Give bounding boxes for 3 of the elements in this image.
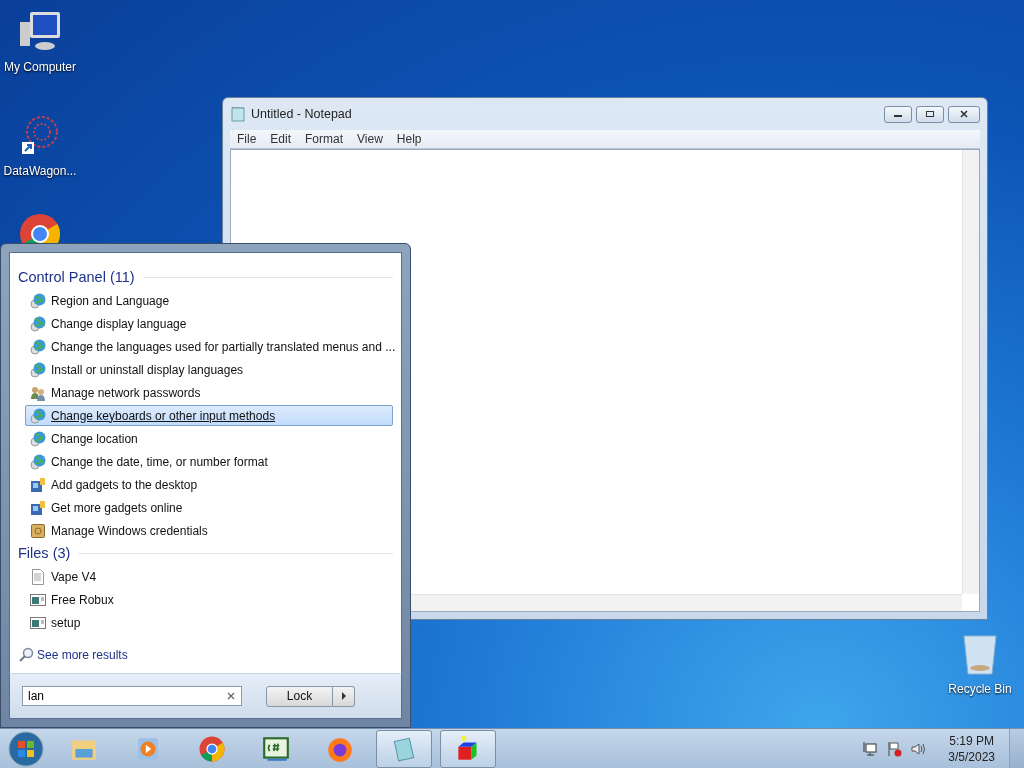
group-heading: Control Panel (11) bbox=[18, 269, 135, 285]
window-title: Untitled - Notepad bbox=[251, 107, 352, 121]
group-heading: Files (3) bbox=[18, 545, 71, 561]
